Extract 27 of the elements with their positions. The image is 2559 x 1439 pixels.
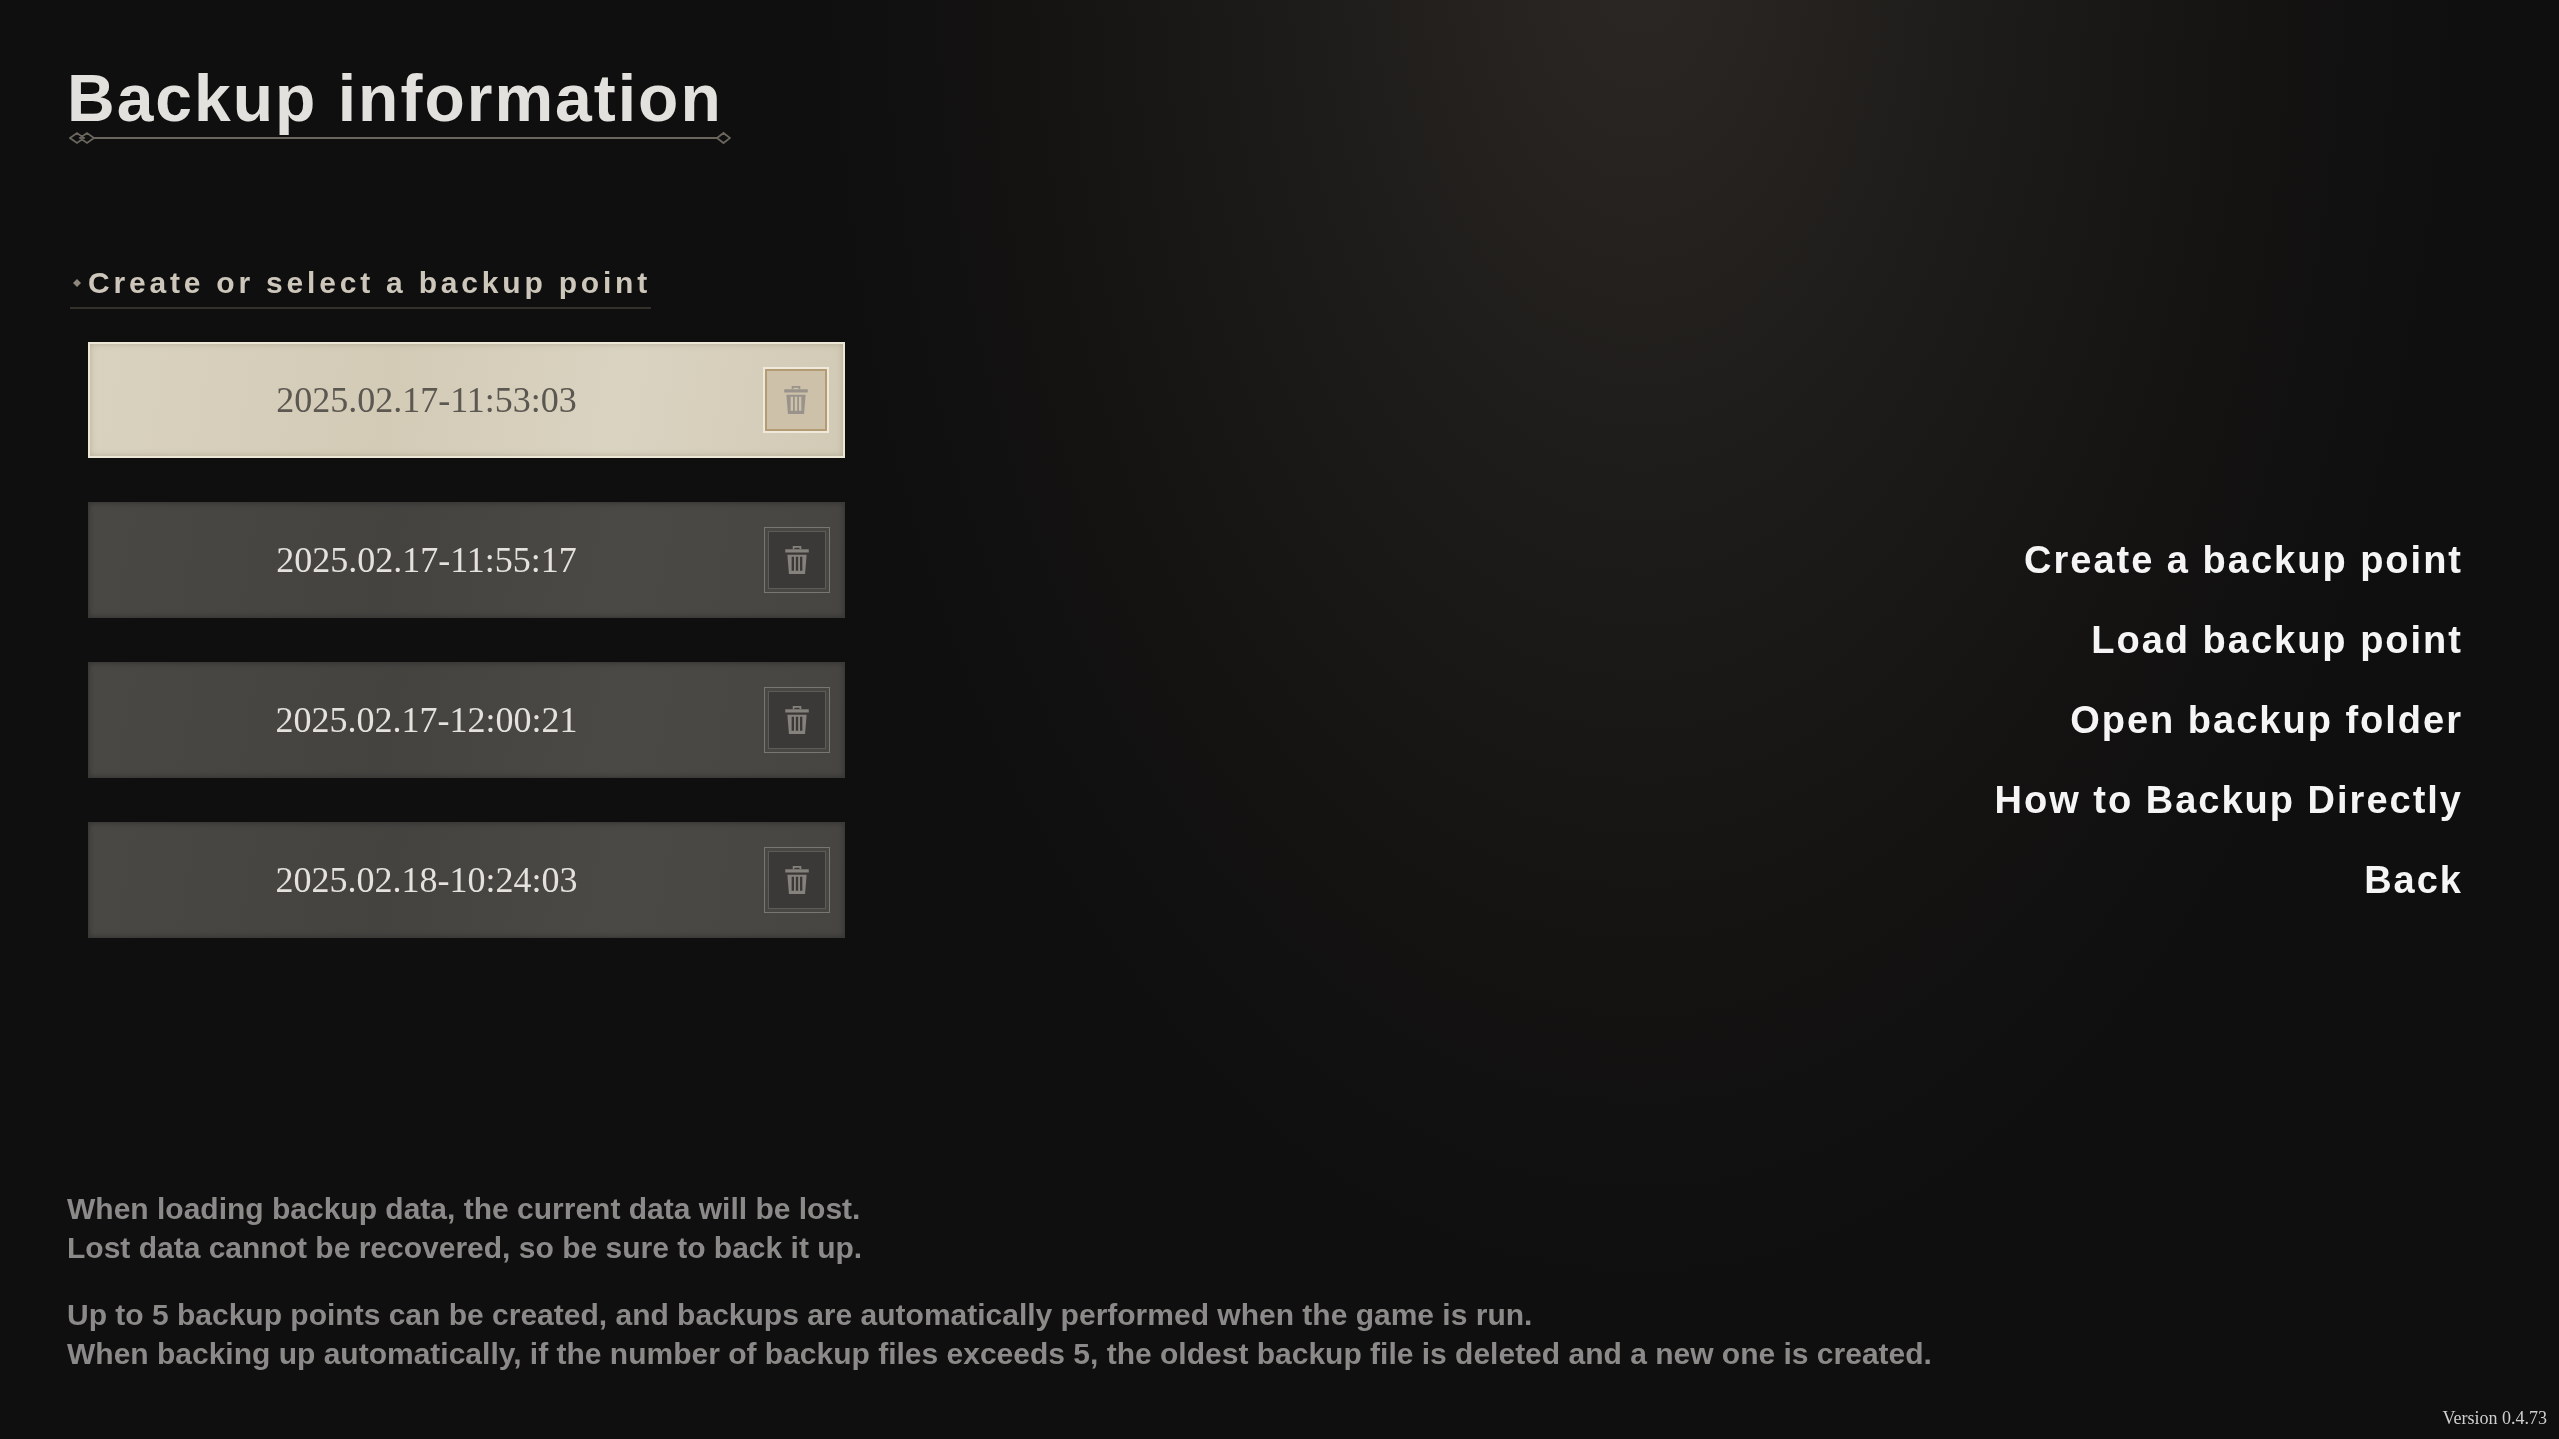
menu-option[interactable]: Back <box>2364 857 2463 903</box>
timestamp-text: 2025.02.17-11:55:17 <box>275 540 578 580</box>
menu-option[interactable]: Load backup point <box>2091 617 2463 663</box>
note-text: When loading backup data, the current data will be lost. <box>67 1191 861 1227</box>
delete-button[interactable] <box>764 527 830 593</box>
delete-button[interactable] <box>764 687 830 753</box>
menu-option[interactable]: How to Backup Directly <box>1994 777 2463 823</box>
version-label: Version 0.4.73 <box>2442 1407 2547 1429</box>
delete-button[interactable] <box>764 847 830 913</box>
note-text: Up to 5 backup points can be created, and backups are automatically performed when the game is run. <box>67 1297 1533 1333</box>
note-text: When backing up automatically, if the number of backup files exceeds 5, the oldest backup file is deleted and a new one is created. <box>67 1336 1932 1372</box>
backup-point-item[interactable]: 2025.02.18-10:24:03 <box>88 822 845 938</box>
trash-icon <box>784 705 810 735</box>
note-text: Lost data cannot be recovered, so be sure to back it up. <box>67 1230 863 1266</box>
timestamp-text: 2025.02.17-11:53:03 <box>275 380 578 420</box>
backup-point-item[interactable]: 2025.02.17-11:53:03 <box>88 342 845 458</box>
menu-option[interactable]: Open backup folder <box>2070 697 2463 743</box>
timestamp-text: 2025.02.17-12:00:21 <box>274 700 579 740</box>
menu-option[interactable]: Create a backup point <box>2024 537 2463 583</box>
trash-icon <box>783 385 809 415</box>
backup-point-item[interactable]: 2025.02.17-12:00:21 <box>88 662 845 778</box>
backup-point-item[interactable]: 2025.02.17-11:55:17 <box>88 502 845 618</box>
trash-icon <box>784 545 810 575</box>
trash-icon <box>784 865 810 895</box>
diamond-bullet-icon <box>73 279 81 287</box>
section-heading-text: Create or select a backup point <box>88 265 651 301</box>
timestamp-text: 2025.02.18-10:24:03 <box>274 860 579 900</box>
